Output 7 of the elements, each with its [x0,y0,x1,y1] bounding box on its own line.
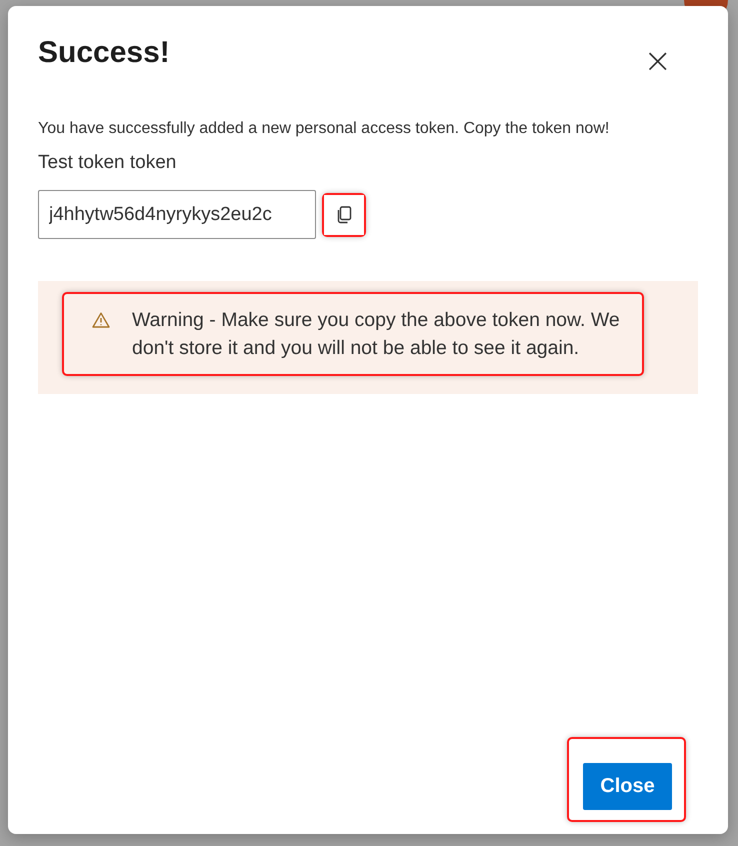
warning-text: Warning - Make sure you copy the above token now. We don't store it and you will not be able to see it again. [132,308,621,361]
token-name: Test token token [38,152,178,174]
dialog-title: Success! [38,36,170,70]
warning-icon [92,312,110,328]
copy-icon [336,206,352,224]
success-message: You have successfully added a new personal access token. Copy the token now! [38,120,610,138]
close-button[interactable]: Close [583,763,672,810]
